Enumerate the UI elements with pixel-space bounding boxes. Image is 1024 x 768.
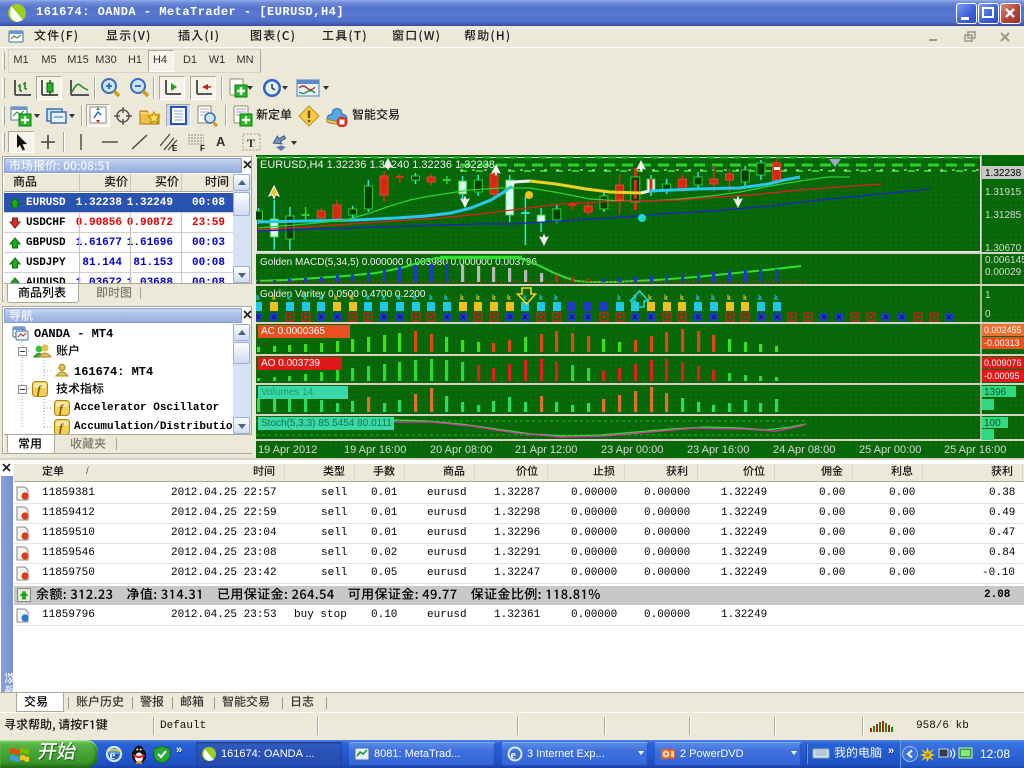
svg-text:AC 0.0000365: AC 0.0000365 [261, 326, 325, 337]
svg-text:F: F [200, 144, 205, 152]
svg-text:k: k [319, 295, 323, 302]
svg-text:k: k [727, 295, 731, 302]
svg-text:1.32238: 1.32238 [985, 168, 1022, 179]
svg-text:k: k [774, 295, 778, 302]
svg-text:20 Apr 08:00: 20 Apr 08:00 [430, 444, 492, 456]
svg-text:k: k [696, 295, 700, 302]
svg-text:23 Apr 16:00: 23 Apr 16:00 [687, 444, 749, 456]
svg-text:19 Apr 16:00: 19 Apr 16:00 [344, 444, 406, 456]
svg-text:k: k [476, 295, 480, 302]
svg-text:k: k [539, 295, 543, 302]
svg-text:k: k [554, 295, 558, 302]
svg-text:EURUSD,H4 1.32236 1.32240 1.3: EURUSD,H4 1.32236 1.32240 1.32236 1.3223… [260, 159, 495, 171]
svg-text:24 Apr 08:00: 24 Apr 08:00 [773, 444, 835, 456]
svg-text:k: k [507, 295, 511, 302]
svg-text:1.31285: 1.31285 [985, 210, 1022, 221]
svg-text:k: k [711, 295, 715, 302]
svg-text:k: k [413, 295, 417, 302]
svg-text:k: k [256, 295, 260, 302]
svg-text:-0.00313: -0.00313 [984, 338, 1020, 348]
svg-text:k: k [664, 295, 668, 302]
svg-text:k: k [350, 295, 354, 302]
svg-text:k: k [429, 295, 433, 302]
svg-text:T: T [247, 136, 255, 150]
svg-text:E: E [172, 144, 178, 152]
svg-text:1.30670: 1.30670 [985, 243, 1022, 254]
svg-text:1396: 1396 [984, 387, 1007, 398]
svg-text:-0.00095: -0.00095 [984, 371, 1020, 381]
svg-text:0.009076: 0.009076 [984, 358, 1022, 368]
svg-text:0.002455: 0.002455 [984, 325, 1022, 335]
svg-text:Volumes 14: Volumes 14 [261, 387, 314, 398]
svg-text:21 Apr 12:00: 21 Apr 12:00 [515, 444, 577, 456]
svg-text:k: k [617, 295, 621, 302]
svg-text:25 Apr 00:00: 25 Apr 00:00 [859, 444, 921, 456]
svg-text:k: k [382, 295, 386, 302]
svg-text:25 Apr 16:00: 25 Apr 16:00 [944, 444, 1006, 456]
svg-text:k: k [743, 295, 747, 302]
svg-text:Golden Varitey 0.0500 0.4700 0: Golden Varitey 0.0500 0.4700 0.2200 [260, 289, 426, 300]
svg-text:k: k [460, 295, 464, 302]
svg-text:100: 100 [984, 418, 1001, 429]
svg-text:k: k [303, 295, 307, 302]
svg-text:0.006145: 0.006145 [985, 255, 1024, 266]
svg-text:Stoch(5,3,3) 85.5454 80.0111: Stoch(5,3,3) 85.5454 80.0111 [261, 418, 392, 429]
svg-text:1: 1 [985, 290, 991, 301]
svg-text:0.00029: 0.00029 [985, 267, 1022, 278]
svg-text:k: k [272, 295, 276, 302]
svg-text:23 Apr 00:00: 23 Apr 00:00 [601, 444, 663, 456]
svg-text:0: 0 [985, 309, 991, 320]
svg-text:e: e [511, 748, 517, 762]
svg-text:k: k [366, 295, 370, 302]
svg-text:1.31915: 1.31915 [985, 187, 1022, 198]
svg-text:k: k [334, 295, 338, 302]
svg-text:k: k [680, 295, 684, 302]
svg-text:k: k [397, 295, 401, 302]
svg-text:k: k [758, 295, 762, 302]
svg-text:19 Apr 2012: 19 Apr 2012 [258, 444, 317, 456]
svg-text:k: k [444, 295, 448, 302]
svg-text:AO 0.003739: AO 0.003739 [261, 358, 320, 369]
svg-text:k: k [492, 295, 496, 302]
svg-text:k: k [287, 295, 291, 302]
